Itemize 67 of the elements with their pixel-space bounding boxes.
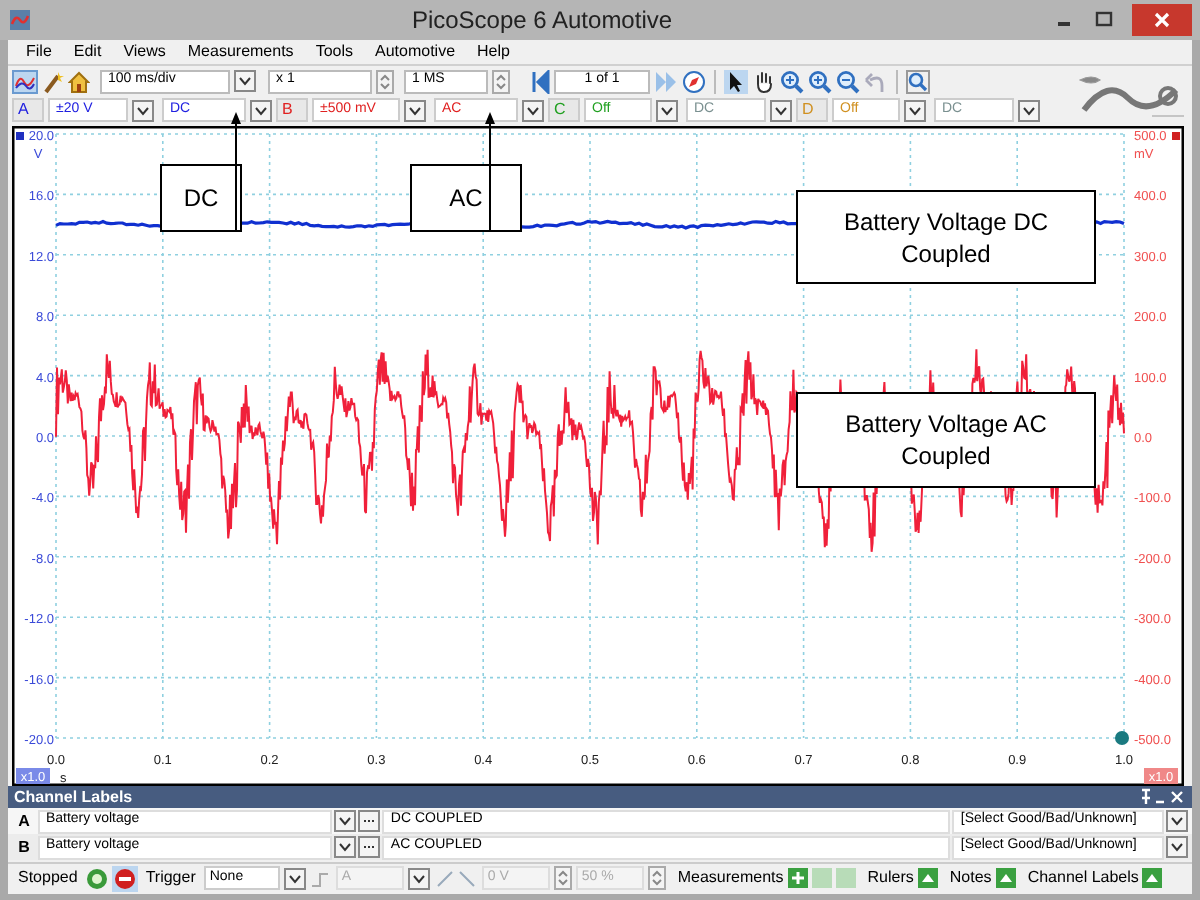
channel-letter: B bbox=[16, 835, 32, 859]
close-icon[interactable] bbox=[1132, 4, 1192, 36]
window-title: PicoScope 6 Automotive bbox=[409, 4, 675, 38]
zoom-out-icon[interactable] bbox=[836, 69, 860, 93]
show-panel-icon[interactable] bbox=[917, 868, 938, 888]
stop-icon[interactable] bbox=[111, 865, 138, 891]
spin-button[interactable] bbox=[553, 866, 572, 890]
dropdown-button[interactable] bbox=[334, 810, 357, 832]
channel-button[interactable]: B bbox=[276, 98, 308, 122]
dropdown-button[interactable] bbox=[132, 99, 154, 121]
zoom-in-icon[interactable] bbox=[808, 69, 832, 93]
spin-button[interactable] bbox=[492, 69, 510, 93]
show-panel-icon[interactable] bbox=[995, 868, 1016, 888]
menu-item[interactable]: Views bbox=[113, 40, 176, 64]
dropdown-button[interactable] bbox=[656, 99, 678, 121]
menu-item[interactable]: File bbox=[16, 40, 62, 64]
channel-button[interactable]: A bbox=[12, 98, 44, 122]
dropdown-button[interactable] bbox=[407, 867, 430, 889]
measurements-label: Measurements bbox=[675, 866, 784, 890]
more-button[interactable] bbox=[358, 836, 381, 858]
callout-label: DC bbox=[160, 164, 242, 232]
channel-labels-label: Channel Labels bbox=[1025, 866, 1139, 890]
dropdown-button[interactable] bbox=[1166, 810, 1188, 832]
notes-label: Notes bbox=[947, 866, 992, 890]
more-button[interactable] bbox=[358, 810, 381, 832]
rulers-label: Rulers bbox=[865, 866, 914, 890]
menu-item[interactable]: Measurements bbox=[177, 40, 304, 64]
wand-icon[interactable] bbox=[42, 69, 64, 93]
ruler-handle-icon[interactable] bbox=[1115, 731, 1129, 745]
app-icon bbox=[8, 8, 32, 32]
dropdown-button[interactable] bbox=[250, 99, 272, 121]
dropdown-button[interactable] bbox=[283, 867, 306, 889]
panel-controls-icon[interactable] bbox=[1138, 788, 1186, 806]
show-panel-icon[interactable] bbox=[1142, 868, 1163, 888]
axis-marker-icon[interactable] bbox=[16, 132, 24, 140]
compass-icon[interactable] bbox=[682, 69, 706, 93]
maximize-icon[interactable] bbox=[1092, 10, 1116, 30]
dropdown-button[interactable] bbox=[770, 99, 792, 121]
start-icon[interactable] bbox=[85, 867, 108, 889]
dropdown-button[interactable] bbox=[1018, 99, 1040, 121]
status-text: Stopped bbox=[16, 866, 80, 890]
menu-item[interactable]: Tools bbox=[305, 40, 363, 64]
menu-item[interactable]: Help bbox=[467, 40, 520, 64]
scope-mode-icon[interactable] bbox=[12, 69, 38, 93]
callout-label: AC bbox=[410, 164, 522, 232]
axis-marker-icon[interactable] bbox=[1172, 132, 1180, 140]
dropdown-button[interactable] bbox=[904, 99, 926, 121]
pointer-icon[interactable] bbox=[724, 69, 748, 93]
channel-letter: A bbox=[16, 809, 32, 833]
trigger-label: Trigger bbox=[143, 866, 198, 890]
dropdown-button[interactable] bbox=[334, 836, 357, 858]
home-icon[interactable] bbox=[68, 69, 90, 93]
menu-item[interactable]: Automotive bbox=[365, 40, 466, 64]
panel-title: Channel Labels bbox=[14, 785, 135, 809]
zoom-in-icon[interactable] bbox=[780, 69, 804, 93]
dropdown-button[interactable] bbox=[404, 99, 426, 121]
callout-label: Battery Voltage DC Coupled bbox=[796, 190, 1096, 284]
hand-icon[interactable] bbox=[752, 69, 776, 93]
add-icon[interactable] bbox=[787, 868, 808, 888]
zoom-fit-icon[interactable] bbox=[906, 69, 930, 93]
callout-label: Battery Voltage AC Coupled bbox=[796, 392, 1096, 488]
dropdown-button[interactable] bbox=[1166, 836, 1188, 858]
spin-button[interactable] bbox=[647, 866, 666, 890]
dropdown-button[interactable] bbox=[234, 70, 256, 92]
spin-button[interactable] bbox=[376, 69, 394, 93]
menu-item[interactable]: Edit bbox=[63, 40, 112, 64]
dropdown-button[interactable] bbox=[522, 99, 544, 121]
